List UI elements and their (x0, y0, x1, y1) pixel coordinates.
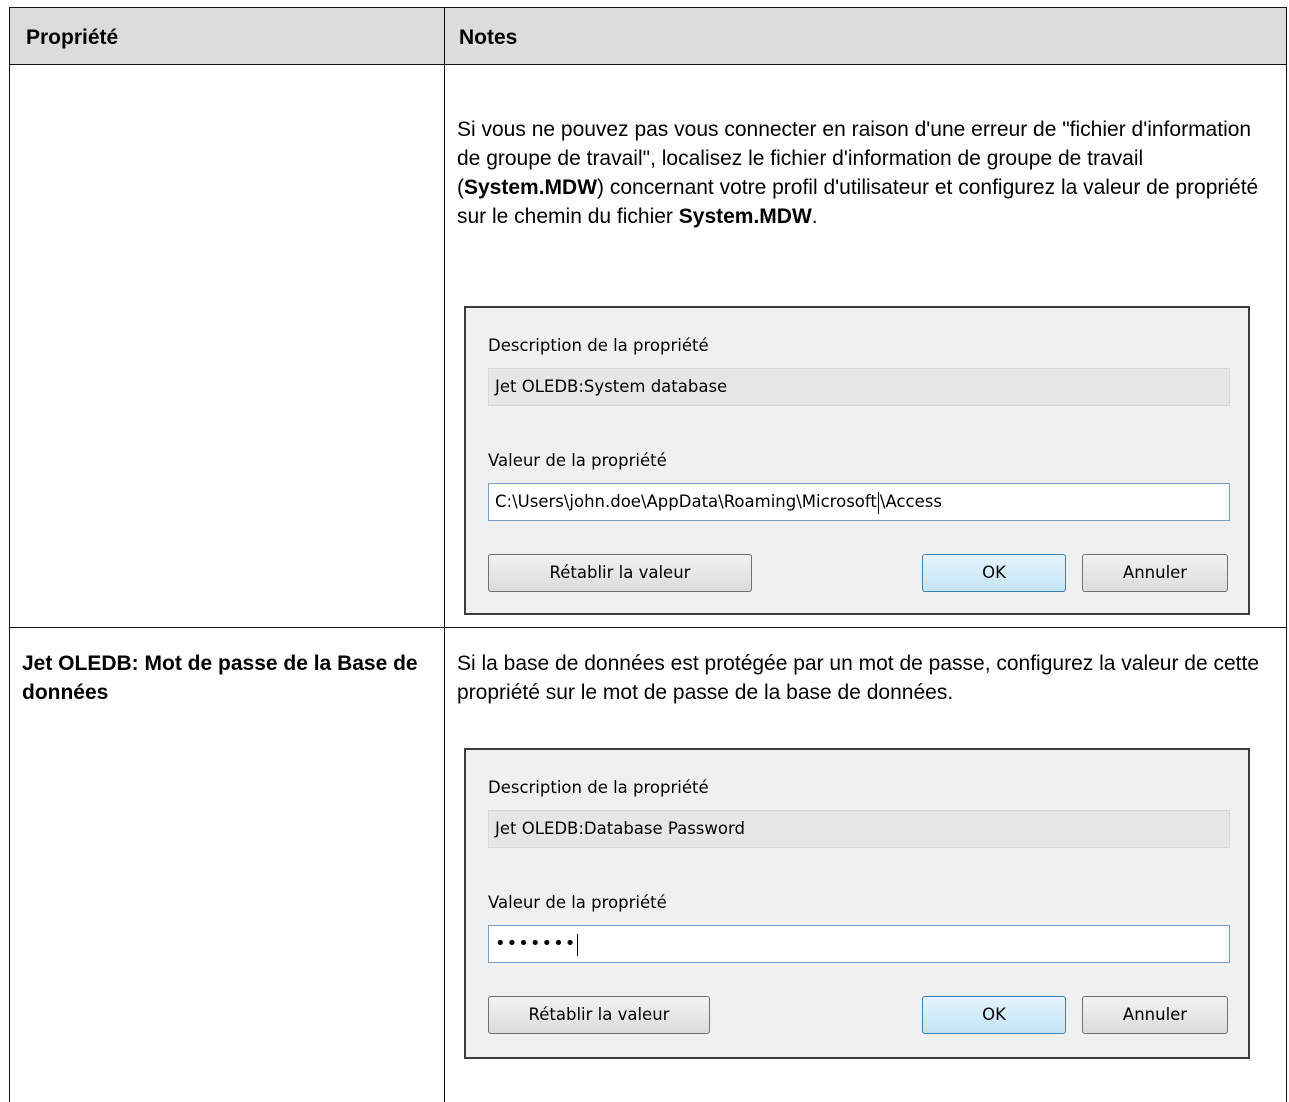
cancel-button[interactable]: Annuler (1082, 554, 1228, 592)
value-label: Valeur de la propriété (488, 451, 667, 470)
properties-table: Propriété Notes Si vous ne pouvez pas vo… (9, 7, 1287, 1102)
property-dialog-database-password: Description de la propriété Jet OLEDB:Da… (464, 748, 1250, 1059)
header-property: Propriété (26, 26, 119, 49)
password-input[interactable]: ••••••• (488, 925, 1230, 963)
row-2-note: Si la base de données est protégée par u… (457, 652, 1260, 704)
cancel-button[interactable]: Annuler (1082, 996, 1228, 1034)
header-notes: Notes (459, 26, 518, 49)
description-field: Jet OLEDB:Database Password (488, 810, 1230, 848)
value-input[interactable]: C:\Users\john.doe\AppData\Roaming\Micros… (488, 483, 1230, 521)
ok-button[interactable]: OK (922, 996, 1066, 1034)
row-divider (10, 627, 1286, 628)
table-header: Propriété Notes (10, 8, 1286, 65)
description-label: Description de la propriété (488, 778, 709, 797)
row-2-property: Jet OLEDB: Mot de passe de la Base de do… (22, 652, 418, 704)
ok-button[interactable]: OK (922, 554, 1066, 592)
reset-value-button[interactable]: Rétablir la valeur (488, 996, 710, 1034)
text-caret (577, 933, 579, 956)
description-label: Description de la propriété (488, 336, 709, 355)
row-1-note: Si vous ne pouvez pas vous connecter en … (457, 118, 1259, 228)
reset-value-button[interactable]: Rétablir la valeur (488, 554, 752, 592)
description-field: Jet OLEDB:System database (488, 368, 1230, 406)
column-divider (444, 8, 445, 1102)
text-caret (877, 491, 879, 514)
value-label: Valeur de la propriété (488, 893, 667, 912)
property-dialog-system-database: Description de la propriété Jet OLEDB:Sy… (464, 306, 1250, 615)
